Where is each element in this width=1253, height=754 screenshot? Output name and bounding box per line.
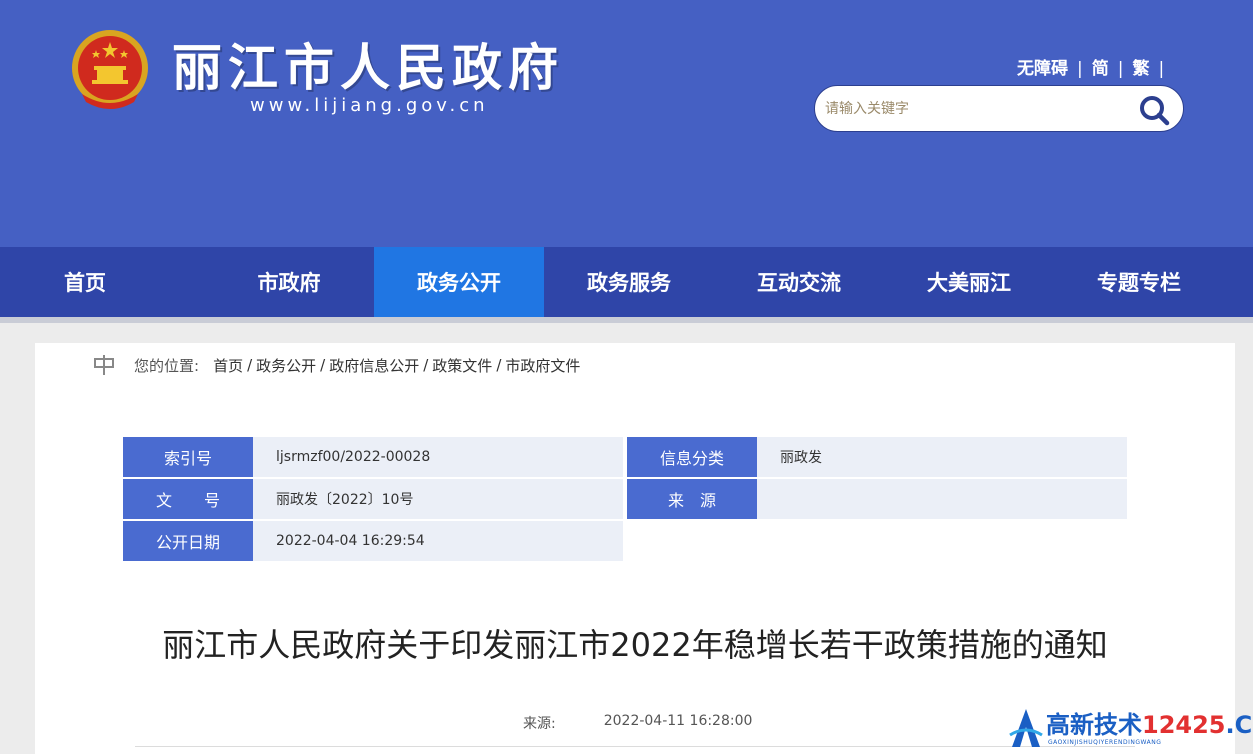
document-date: 2022-04-11 16:28:00 [603,713,753,729]
site-title: 丽江市人民政府 [172,39,564,97]
search-input[interactable] [825,96,1125,122]
breadcrumb-item[interactable]: 政府信息公开 [329,355,419,376]
watermark-text: 高新技术12425.CN [1046,711,1253,739]
content-panel: 您的位置: 首页 / 政务公开 / 政府信息公开 / 政策文件 / 市政府文件 … [35,343,1235,754]
watermark-subtext: GAOXINJISHUQIYERENDINGWANG [1048,739,1162,746]
document-title: 丽江市人民政府关于印发丽江市2022年稳增长若干政策措施的通知 [162,626,1108,664]
index-number-value: ljsrmzf00/2022-00028 [253,437,623,477]
breadcrumb-item[interactable]: 首页 [213,355,243,376]
nav-item-topics[interactable]: 专题专栏 [1054,247,1224,317]
breadcrumb-separator: / [320,356,326,374]
accessibility-links: 无障碍 | 简 | 繁 | [1017,58,1173,80]
main-nav: 首页 市政府 政务公开 政务服务 互动交流 大美丽江 专题专栏 [0,247,1253,317]
site-header: 丽江市人民政府 www.lijiang.gov.cn 无障碍 | 简 | 繁 | [0,0,1253,247]
category-value: 丽政发 [757,437,1127,477]
nav-item-government-affairs[interactable]: 政务公开 [374,247,544,317]
link-separator: | [1158,59,1165,79]
watermark-text-num: 12425 [1142,711,1226,739]
document-source-label: 来源: [523,716,556,732]
accessibility-link[interactable]: 无障碍 [1017,58,1068,80]
breadcrumb-separator: / [247,356,253,374]
location-sign-icon [94,355,114,375]
nav-item-home[interactable]: 首页 [0,247,204,317]
traditional-chinese-link[interactable]: 繁 [1132,58,1149,80]
watermark-text-main: 高新技术 [1046,711,1142,739]
nav-item-services[interactable]: 政务服务 [544,247,714,317]
source-value [757,479,1127,519]
national-emblem-icon [72,30,148,109]
breadcrumb-separator: / [423,356,429,374]
nav-shadow [0,317,1253,323]
breadcrumb: 您的位置: 首页 / 政务公开 / 政府信息公开 / 政策文件 / 市政府文件 [92,353,580,377]
nav-item-interaction[interactable]: 互动交流 [714,247,884,317]
publish-date-value: 2022-04-04 16:29:54 [253,521,623,561]
breadcrumb-item[interactable]: 市政府文件 [505,355,580,376]
source-label: 来 源 [627,479,761,519]
link-separator: | [1077,59,1083,79]
link-separator: | [1117,59,1124,79]
doc-number-value: 丽政发〔2022〕10号 [253,479,623,519]
nav-item-lijiang[interactable]: 大美丽江 [884,247,1054,317]
doc-number-label: 文 号 [123,479,257,519]
search-icon[interactable] [1137,93,1171,127]
breadcrumb-label: 您的位置: [134,356,200,375]
breadcrumb-item[interactable]: 政策文件 [432,355,492,376]
index-number-label: 索引号 [123,437,257,477]
watermark: 高新技术12425.CN GAOXINJISHUQIYERENDINGWANG [1008,703,1253,754]
watermark-logo-icon [1009,709,1043,747]
nav-item-government[interactable]: 市政府 [204,247,374,317]
document-source-row: 来源: 2022-04-11 16:28:00 [523,713,752,733]
publish-date-label: 公开日期 [123,521,257,561]
watermark-text-suffix: .CN [1225,711,1253,739]
category-label: 信息分类 [627,437,761,477]
site-url: www.lijiang.gov.cn [250,95,489,116]
simplified-chinese-link[interactable]: 简 [1092,58,1109,80]
divider [135,746,1135,747]
breadcrumb-separator: / [496,356,502,374]
breadcrumb-item[interactable]: 政务公开 [256,355,316,376]
search-box [814,85,1184,132]
